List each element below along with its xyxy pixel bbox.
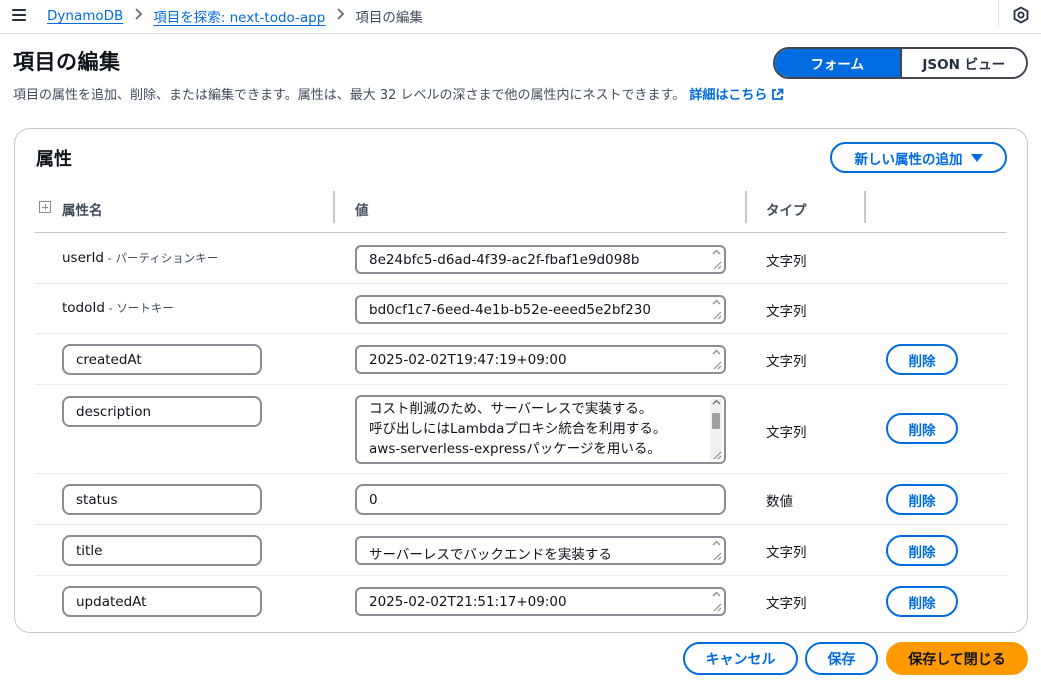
breadcrumb-dynamodb[interactable]: DynamoDB: [47, 8, 123, 24]
value-text: サーバーレスでバックエンドを実装する: [369, 547, 612, 563]
expand-all-icon[interactable]: [39, 201, 51, 213]
table-row: title サーバーレスでバックエンドを実装する 文字列 削除: [35, 525, 1007, 576]
delete-button[interactable]: 削除: [886, 484, 958, 515]
breadcrumb: DynamoDB 項目を探索: next-todo-app 項目の編集: [47, 6, 423, 26]
scroll-up-icon[interactable]: [712, 299, 721, 305]
attribute-type: 文字列: [766, 304, 807, 320]
value-text: 8e24bfc5-d6ad-4f39-ac2f-fbaf1e9d098b: [369, 252, 640, 268]
attribute-name-input[interactable]: createdAt: [62, 344, 262, 375]
attribute-name-input[interactable]: title: [62, 535, 262, 566]
description-text: 項目の属性を追加、削除、または編集できます。属性は、最大 32 レベルの深さまで…: [13, 88, 686, 103]
attribute-type: 文字列: [766, 254, 807, 270]
value-input[interactable]: bd0cf1c7-6eed-4e1b-b52e-eeed5e2bf230: [355, 295, 726, 324]
scroll-up-icon[interactable]: [712, 399, 721, 405]
resize-handle-icon[interactable]: [712, 310, 722, 320]
value-input[interactable]: 2025-02-02T19:47:19+09:00: [355, 345, 726, 374]
key-name: todoId: [62, 300, 105, 316]
value-text: bd0cf1c7-6eed-4e1b-b52e-eeed5e2bf230: [369, 302, 651, 318]
menu-icon[interactable]: [12, 9, 26, 21]
delete-button[interactable]: 削除: [886, 344, 958, 375]
column-divider[interactable]: [864, 191, 866, 223]
divider: [998, 0, 999, 27]
table-row: status 0 数値 削除: [35, 474, 1007, 525]
value-input[interactable]: 2025-02-02T21:51:17+09:00: [355, 587, 726, 616]
scroll-up-icon[interactable]: [712, 249, 721, 255]
attribute-type: 文字列: [766, 425, 807, 441]
delete-button[interactable]: 削除: [886, 413, 958, 444]
chevron-right-icon: [123, 8, 153, 24]
attributes-title: 属性: [36, 149, 72, 170]
key-role: - パーティションキー: [104, 251, 219, 265]
save-and-close-button[interactable]: 保存して閉じる: [886, 642, 1028, 675]
page-title: 項目の編集: [13, 50, 121, 74]
attribute-type: 文字列: [766, 596, 807, 612]
table-row: todoId - ソートキー bd0cf1c7-6eed-4e1b-b52e-e…: [35, 284, 1007, 334]
value-text: 2025-02-02T19:47:19+09:00: [369, 352, 567, 368]
json-view-button[interactable]: JSON ビュー: [899, 49, 1026, 77]
table-row: description コスト削減のため、サーバーレスで実装する。 呼び出しには…: [35, 385, 1007, 474]
attribute-name-input[interactable]: description: [62, 396, 262, 427]
chevron-right-icon: [325, 8, 355, 24]
resize-handle-icon[interactable]: [712, 551, 722, 561]
scroll-up-icon[interactable]: [712, 349, 721, 355]
attribute-name-input[interactable]: updatedAt: [62, 586, 262, 617]
value-line: コスト削減のため、サーバーレスで実装する。: [369, 401, 653, 417]
attribute-name-input[interactable]: status: [62, 484, 262, 515]
value-input[interactable]: 8e24bfc5-d6ad-4f39-ac2f-fbaf1e9d098b: [355, 245, 726, 274]
table-row: updatedAt 2025-02-02T21:51:17+09:00 文字列 …: [35, 576, 1007, 627]
attribute-type: 文字列: [766, 354, 807, 370]
resize-handle-icon[interactable]: [712, 360, 722, 370]
page-description: 項目の属性を追加、削除、または編集できます。属性は、最大 32 レベルの深さまで…: [13, 84, 784, 105]
scrollbar-thumb[interactable]: [712, 413, 720, 429]
view-toggle: フォーム JSON ビュー: [773, 47, 1028, 79]
column-divider[interactable]: [745, 191, 747, 223]
learn-more-link[interactable]: 詳細はこちら: [689, 88, 784, 103]
delete-button[interactable]: 削除: [886, 586, 958, 617]
column-divider[interactable]: [333, 191, 335, 223]
form-view-button[interactable]: フォーム: [775, 49, 900, 77]
breadcrumb-current: 項目の編集: [355, 10, 423, 26]
table-header: 属性名 値 タイプ: [35, 191, 1007, 233]
save-button[interactable]: 保存: [805, 642, 878, 675]
key-role: - ソートキー: [104, 301, 174, 315]
breadcrumb-explore-items[interactable]: 項目を探索: next-todo-app: [153, 6, 325, 26]
column-header-type: タイプ: [766, 203, 807, 219]
settings-icon[interactable]: [1012, 6, 1030, 24]
table-row: createdAt 2025-02-02T19:47:19+09:00 文字列 …: [35, 334, 1007, 385]
attribute-name: userId - パーティションキー: [62, 250, 218, 266]
caret-down-icon: [970, 153, 983, 162]
external-link-icon: [771, 88, 784, 105]
scroll-up-icon[interactable]: [712, 540, 721, 546]
value-line: 呼び出しにはLambdaプロキシ統合を利用する。: [369, 421, 667, 437]
cancel-button[interactable]: キャンセル: [683, 642, 798, 675]
value-text: 2025-02-02T21:51:17+09:00: [369, 594, 567, 610]
resize-handle-icon[interactable]: [712, 450, 722, 460]
attribute-type: 数値: [766, 494, 793, 510]
attributes-panel: 属性 新しい属性の追加 属性名 値 タイプ userId - パーティションキー…: [14, 128, 1028, 633]
delete-button[interactable]: 削除: [886, 535, 958, 566]
key-name: userId: [62, 250, 104, 266]
resize-handle-icon[interactable]: [712, 260, 722, 270]
column-header-name: 属性名: [62, 203, 103, 219]
table-row: userId - パーティションキー 8e24bfc5-d6ad-4f39-ac…: [35, 234, 1007, 284]
value-input[interactable]: 0: [355, 484, 726, 515]
add-attribute-label: 新しい属性の追加: [854, 151, 963, 168]
value-line: aws-serverless-expressパッケージを用いる。: [369, 441, 661, 457]
top-bar: DynamoDB 項目を探索: next-todo-app 項目の編集: [0, 0, 1041, 34]
column-header-value: 値: [355, 203, 369, 219]
learn-more-label: 詳細はこちら: [689, 88, 768, 103]
scroll-up-icon[interactable]: [712, 591, 721, 597]
resize-handle-icon[interactable]: [712, 602, 722, 612]
value-textarea[interactable]: コスト削減のため、サーバーレスで実装する。 呼び出しにはLambdaプロキシ統合…: [355, 395, 726, 464]
value-input[interactable]: サーバーレスでバックエンドを実装する: [355, 536, 726, 565]
attribute-name: todoId - ソートキー: [62, 300, 174, 316]
value-text: コスト削減のため、サーバーレスで実装する。 呼び出しにはLambdaプロキシ統合…: [369, 399, 702, 459]
add-attribute-button[interactable]: 新しい属性の追加: [830, 142, 1007, 173]
value-text: 0: [369, 492, 378, 508]
attribute-type: 文字列: [766, 545, 807, 561]
